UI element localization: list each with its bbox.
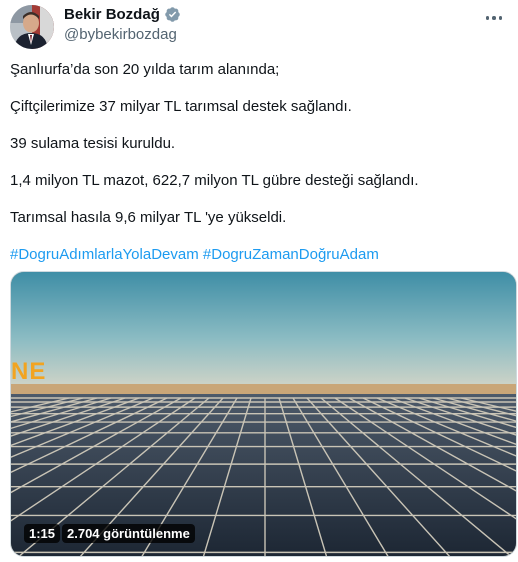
more-dot bbox=[492, 16, 496, 20]
hashtag-link[interactable]: #DogruAdımlarlaYolaDevam bbox=[10, 246, 199, 263]
video-duration: 1:15 bbox=[24, 524, 61, 543]
author-handle[interactable]: @bybekirbozdag bbox=[64, 26, 177, 43]
hashtag-link[interactable]: #DogruZamanDoğruAdam bbox=[203, 246, 379, 263]
verified-badge-icon bbox=[164, 6, 181, 23]
tweet-paragraph: Şanlıurfa’da son 20 yılda tarım alanında… bbox=[10, 61, 280, 78]
more-dot bbox=[498, 16, 503, 20]
tweet-paragraph: Çiftçilerimize 37 milyar TL tarımsal des… bbox=[10, 98, 352, 115]
more-dots-icon bbox=[485, 16, 490, 20]
hashtags: #DogruAdımlarlaYolaDevam #DogruZamanDoğr… bbox=[10, 245, 510, 265]
video-player[interactable]: NE 1:15 2.704 görüntülenme bbox=[10, 271, 517, 557]
author-name-row: Bekir Bozdağ bbox=[64, 6, 181, 23]
more-options-button[interactable] bbox=[480, 7, 508, 29]
video-overlay-text: NE bbox=[11, 358, 47, 385]
author-name[interactable]: Bekir Bozdağ bbox=[64, 6, 160, 23]
tweet-paragraph: 39 sulama tesisi kuruldu. bbox=[10, 135, 176, 152]
tweet-paragraph: Tarımsal hasıla 9,6 milyar TL 'ye yüksel… bbox=[10, 209, 287, 226]
avatar[interactable] bbox=[10, 5, 54, 49]
tweet-paragraph: 1,4 milyon TL mazot, 622,7 milyon TL güb… bbox=[10, 172, 419, 189]
tweet-header: Bekir Bozdağ @bybekirbozdag bbox=[10, 5, 508, 53]
video-frame bbox=[11, 272, 516, 556]
view-count: 2.704 görüntülenme bbox=[62, 524, 195, 543]
tweet-text: Şanlıurfa’da son 20 yılda tarım alanında… bbox=[10, 60, 510, 282]
